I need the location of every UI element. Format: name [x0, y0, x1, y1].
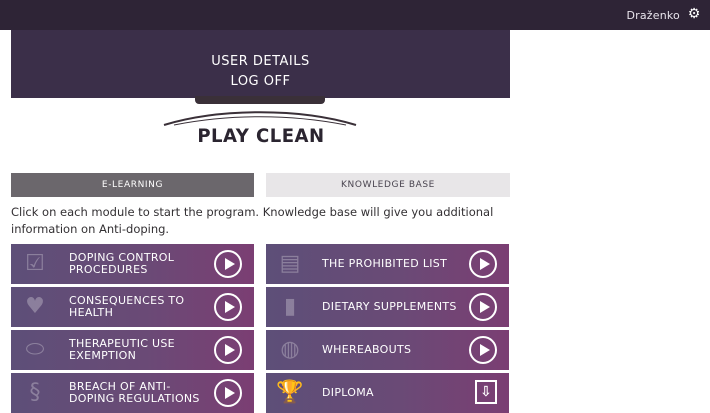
play-icon[interactable] — [469, 336, 497, 364]
module-the-prohibited-list[interactable]: ▤ THE PROHIBITED LIST — [266, 244, 509, 284]
tab-e-learning[interactable]: E-LEARNING — [11, 173, 254, 197]
module-doping-control-procedures[interactable]: ☑ DOPING CONTROL PROCEDURES — [11, 244, 254, 284]
user-dropdown-menu: USER DETAILS LOG OFF — [11, 30, 510, 98]
checkbox-icon: ☑ — [25, 251, 45, 276]
module-label: WHEREABOUTS — [322, 343, 412, 356]
play-icon[interactable] — [214, 379, 242, 407]
logo-text: PLAY CLEAN — [197, 125, 325, 147]
play-clean-logo: PLAY CLEAN — [160, 96, 360, 156]
document-icon: ▤ — [279, 251, 301, 276]
module-breach-of-anti-doping-regulations[interactable]: § BREACH OF ANTI-DOPING REGULATIONS — [11, 373, 254, 413]
top-bar: Draženko ⚙ — [0, 0, 710, 30]
module-label: DIETARY SUPPLEMENTS — [322, 300, 457, 313]
module-label: THERAPEUTIC USE EXEMPTION — [69, 337, 175, 362]
module-label: THE PROHIBITED LIST — [322, 257, 448, 270]
log-off-menu-item[interactable]: LOG OFF — [11, 74, 510, 89]
play-icon[interactable] — [469, 250, 497, 278]
user-name[interactable]: Draženko — [626, 9, 680, 22]
play-icon[interactable] — [214, 336, 242, 364]
globe-icon: ◍ — [280, 337, 300, 362]
module-label: CONSEQUENCES TO HEALTH — [69, 294, 185, 319]
download-icon[interactable]: ⇩ — [475, 380, 497, 404]
tab-knowledge-base[interactable]: KNOWLEDGE BASE — [266, 173, 510, 197]
module-dietary-supplements[interactable]: ▮ DIETARY SUPPLEMENTS — [266, 287, 509, 327]
module-therapeutic-use-exemption[interactable]: ⬭ THERAPEUTIC USE EXEMPTION — [11, 330, 254, 370]
play-icon[interactable] — [214, 293, 242, 321]
module-label: DIPLOMA — [322, 386, 374, 399]
trophy-icon: 🏆 — [276, 380, 304, 405]
section-sign-icon: § — [29, 380, 41, 405]
heart-icon: ♥ — [25, 294, 45, 319]
user-details-menu-item[interactable]: USER DETAILS — [11, 54, 510, 69]
supplement-jar-icon: ▮ — [283, 294, 297, 319]
module-label: BREACH OF ANTI-DOPING REGULATIONS — [69, 380, 200, 405]
logo-top-fragment — [195, 96, 325, 104]
pill-icon: ⬭ — [25, 337, 45, 362]
module-whereabouts[interactable]: ◍ WHEREABOUTS — [266, 330, 509, 370]
intro-text: Click on each module to start the progra… — [11, 205, 494, 236]
module-label: DOPING CONTROL PROCEDURES — [69, 251, 175, 276]
gear-icon[interactable]: ⚙ — [686, 6, 702, 22]
module-consequences-to-health[interactable]: ♥ CONSEQUENCES TO HEALTH — [11, 287, 254, 327]
module-diploma[interactable]: 🏆 DIPLOMA ⇩ — [266, 373, 509, 413]
play-icon[interactable] — [469, 293, 497, 321]
tab-bar: E-LEARNING KNOWLEDGE BASE — [11, 173, 510, 197]
play-icon[interactable] — [214, 250, 242, 278]
